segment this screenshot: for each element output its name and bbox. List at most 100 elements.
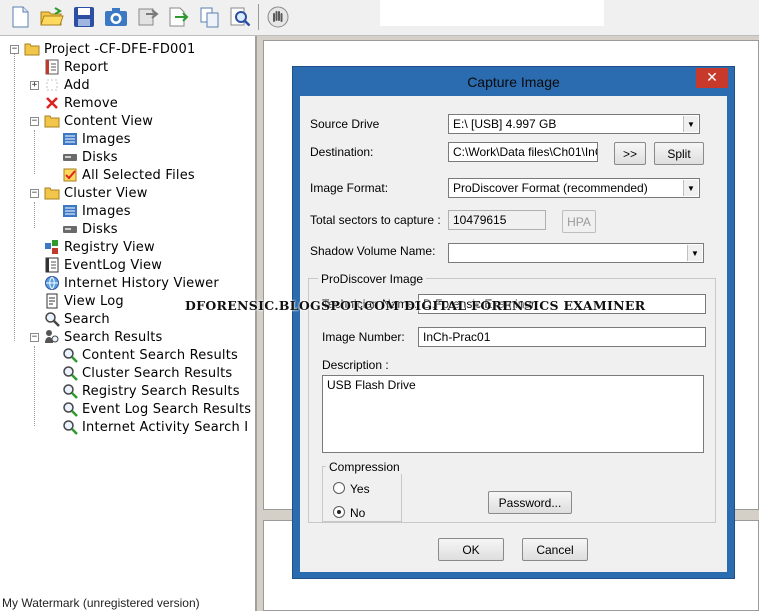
tree-item-eventlog-view[interactable]: EventLog View <box>44 256 162 274</box>
chevron-down-icon[interactable]: ▼ <box>683 116 698 132</box>
tree-connector <box>34 202 35 228</box>
search-icon <box>63 348 78 363</box>
eventlog-icon <box>45 257 59 273</box>
tree-label: Cluster View <box>64 185 148 201</box>
source-drive-select[interactable]: E:\ [USB] 4.997 GB ▼ <box>448 114 700 134</box>
export-icon[interactable] <box>166 5 190 29</box>
tree-expand-toggle[interactable]: + <box>30 81 39 90</box>
copy-icon[interactable] <box>198 5 222 29</box>
tree-item-content-disks[interactable]: Disks <box>62 148 118 166</box>
description-textarea[interactable]: USB Flash Drive <box>322 375 704 453</box>
tree-label: Internet History Viewer <box>64 275 219 291</box>
tree-collapse-toggle[interactable]: − <box>30 189 39 198</box>
tree-item-remove[interactable]: Remove <box>44 94 118 112</box>
capture-camera-icon[interactable] <box>104 5 128 29</box>
tree-label: Add <box>64 77 90 93</box>
image-number-label: Image Number: <box>322 330 405 344</box>
new-file-icon[interactable] <box>8 5 32 29</box>
find-icon[interactable] <box>228 5 252 29</box>
shadow-volume-select[interactable]: ▼ <box>448 243 704 263</box>
project-tree: − Project -CF-DFE-FD001 Report + Add Rem… <box>0 36 257 611</box>
tree-label: Content Search Results <box>82 347 238 363</box>
search-icon <box>63 402 78 417</box>
tree-item-report[interactable]: Report <box>44 58 108 76</box>
source-drive-label: Source Drive <box>310 117 380 131</box>
tree-item-cluster-search-results[interactable]: Cluster Search Results <box>62 364 232 382</box>
destination-input[interactable]: C:\Work\Data files\Ch01\InCh <box>448 142 598 162</box>
tree-connector <box>34 346 35 426</box>
tree-item-eventlog-search-results[interactable]: Event Log Search Results <box>62 400 251 418</box>
tree-item-content-images[interactable]: Images <box>62 130 131 148</box>
disk-drive-icon <box>63 154 77 161</box>
chevron-down-icon[interactable]: ▼ <box>687 245 702 261</box>
checked-files-icon <box>63 168 77 182</box>
tree-item-internet-activity-search[interactable]: Internet Activity Search I <box>62 418 248 436</box>
image-number-input[interactable]: InCh-Prac01 <box>418 327 706 347</box>
tree-root-project[interactable]: Project -CF-DFE-FD001 <box>24 40 196 58</box>
compression-yes-radio[interactable] <box>333 482 345 494</box>
password-button[interactable]: Password... <box>488 491 572 514</box>
compression-title: Compression <box>326 460 403 474</box>
tree-item-content-search-results[interactable]: Content Search Results <box>62 346 238 364</box>
acquire-icon[interactable] <box>136 5 160 29</box>
dialog-body: Source Drive E:\ [USB] 4.997 GB ▼ Destin… <box>300 96 727 572</box>
cancel-button[interactable]: Cancel <box>522 538 588 561</box>
tree-label: Event Log Search Results <box>82 401 252 417</box>
tree-label: View Log <box>64 293 124 309</box>
tree-item-search[interactable]: Search <box>44 310 110 328</box>
tree-item-registry-search-results[interactable]: Registry Search Results <box>62 382 240 400</box>
tree-collapse-toggle[interactable]: − <box>30 117 39 126</box>
search-icon <box>45 312 60 327</box>
destination-label: Destination: <box>310 145 374 159</box>
search-icon <box>63 384 78 399</box>
split-button[interactable]: Split <box>654 142 704 165</box>
compression-no-label: No <box>350 506 366 520</box>
tree-item-all-selected-files[interactable]: All Selected Files <box>62 166 195 184</box>
image-format-select[interactable]: ProDiscover Format (recommended) ▼ <box>448 178 700 198</box>
chevron-down-icon[interactable]: ▼ <box>683 180 698 196</box>
blog-watermark-text: DFORENSIC.BLOGSPOT.COM DIGITAL FORENSICS… <box>185 298 646 313</box>
stop-hand-icon[interactable] <box>266 5 290 29</box>
log-icon <box>46 293 58 309</box>
tree-label: Disks <box>82 149 118 165</box>
tree-item-view-log[interactable]: View Log <box>44 292 124 310</box>
folder-open-icon <box>44 187 60 200</box>
close-icon[interactable]: ✕ <box>696 68 728 88</box>
capture-image-dialog: Capture Image ✕ Source Drive E:\ [USB] 4… <box>292 66 735 579</box>
hpa-button[interactable]: HPA <box>562 210 596 233</box>
tree-item-add[interactable]: Add <box>44 76 90 94</box>
open-folder-icon[interactable] <box>40 5 64 29</box>
tree-label: Disks <box>82 221 118 237</box>
search-icon <box>63 366 78 381</box>
compression-no-radio[interactable] <box>333 506 345 518</box>
browse-button[interactable]: >> <box>614 142 646 165</box>
tree-collapse-toggle[interactable]: − <box>30 333 39 342</box>
save-icon[interactable] <box>72 5 96 29</box>
search-results-icon <box>45 330 59 343</box>
tree-item-cluster-disks[interactable]: Disks <box>62 220 118 238</box>
tree-label: Images <box>82 203 131 219</box>
tree-label: Project -CF-DFE-FD001 <box>44 41 196 57</box>
tree-label: Search Results <box>64 329 163 345</box>
tree-label: Cluster Search Results <box>82 365 233 381</box>
tree-collapse-toggle[interactable]: − <box>10 45 19 54</box>
tree-label: Search <box>64 311 110 327</box>
description-label: Description : <box>322 358 389 372</box>
image-format-value: ProDiscover Format (recommended) <box>453 181 648 195</box>
total-sectors-label: Total sectors to capture : <box>310 213 441 227</box>
total-sectors-field: 10479615 <box>448 210 546 230</box>
tree-item-internet-history[interactable]: Internet History Viewer <box>44 274 219 292</box>
source-drive-value: E:\ [USB] 4.997 GB <box>453 117 557 131</box>
folder-open-icon <box>44 115 60 128</box>
tree-item-cluster-view[interactable]: Cluster View <box>44 184 148 202</box>
disk-drive-icon <box>63 226 77 233</box>
dialog-title: Capture Image <box>467 73 560 90</box>
ok-button[interactable]: OK <box>438 538 504 561</box>
tree-item-search-results[interactable]: Search Results <box>44 328 163 346</box>
tree-item-content-view[interactable]: Content View <box>44 112 153 130</box>
tree-item-registry-view[interactable]: Registry View <box>44 238 155 256</box>
toolbar-blank-area <box>380 0 604 26</box>
tree-item-cluster-images[interactable]: Images <box>62 202 131 220</box>
shadow-volume-label: Shadow Volume Name: <box>310 244 436 258</box>
report-icon <box>45 59 59 75</box>
